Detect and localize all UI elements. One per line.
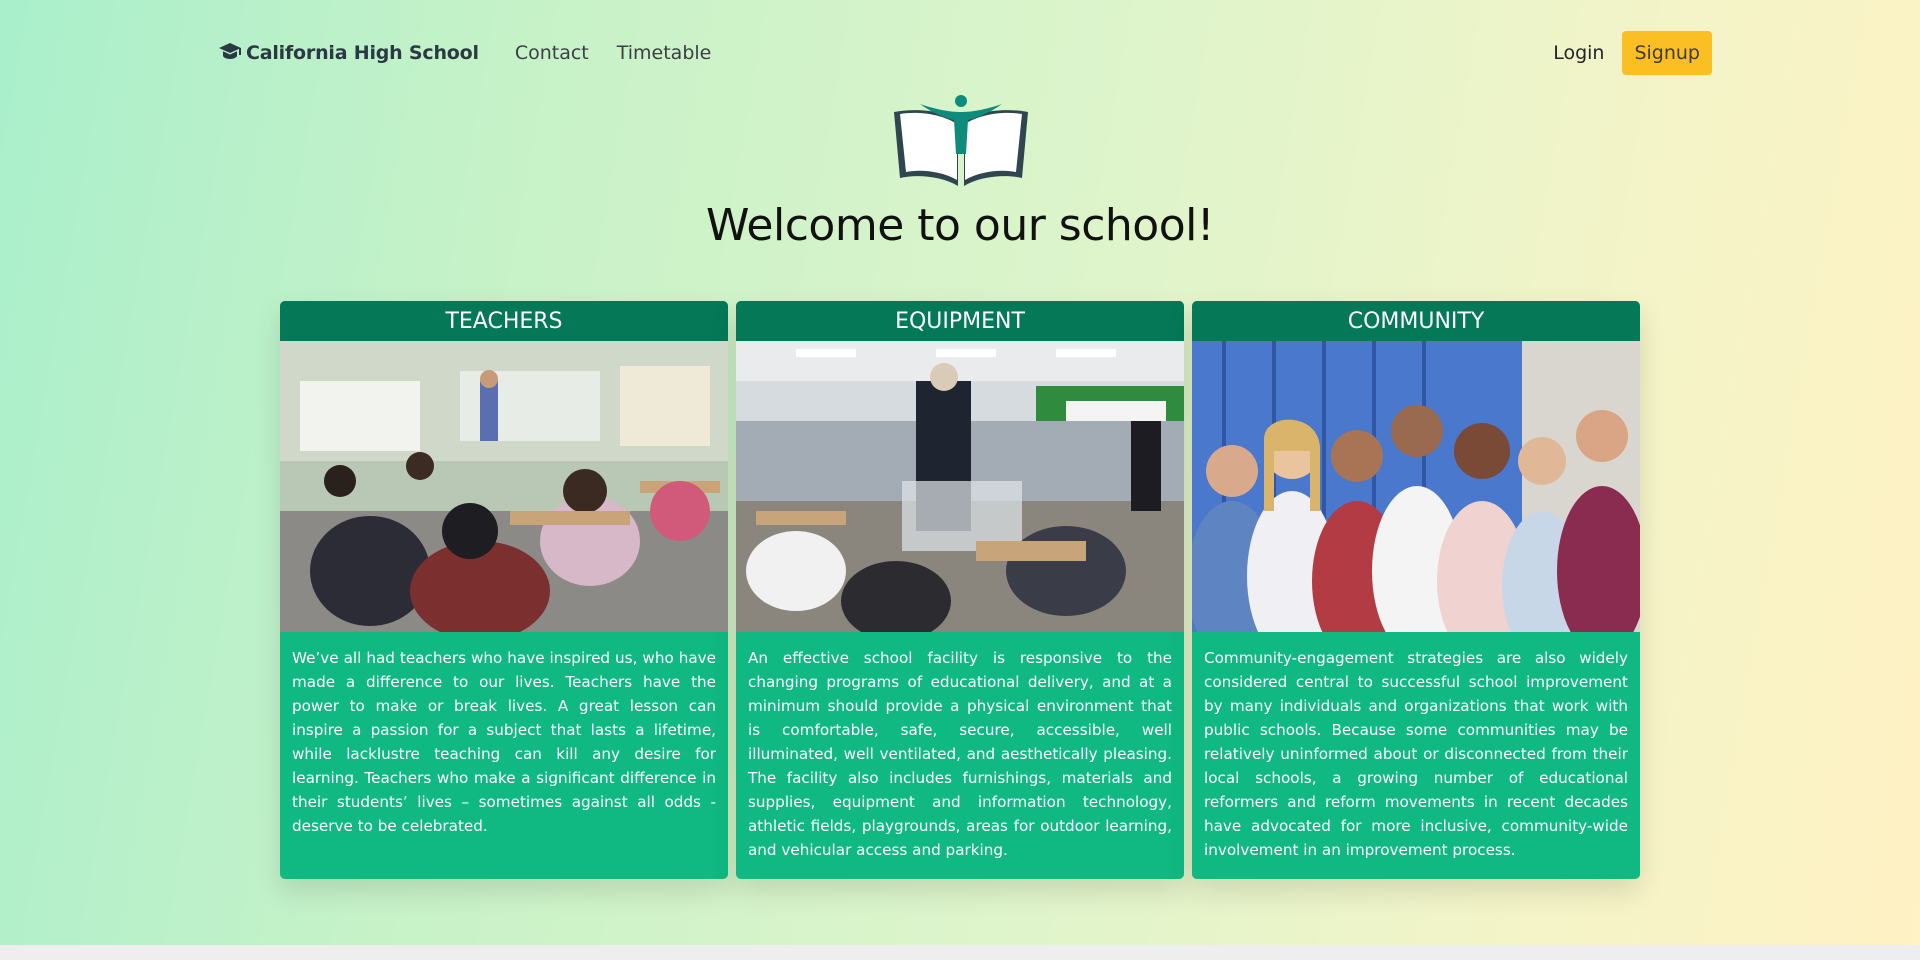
brand-link[interactable]: California High School — [218, 39, 479, 68]
card-community: COMMUNITY Community-engagement strategie… — [1192, 301, 1640, 879]
feature-cards: TEACHERS We’ve all had teachers who have… — [280, 301, 1640, 879]
nav-links: Contact Timetable — [515, 42, 712, 64]
signup-button[interactable]: Signup — [1622, 31, 1712, 75]
page-title: Welcome to our school! — [706, 200, 1215, 251]
card-title: EQUIPMENT — [736, 301, 1184, 341]
card-title: COMMUNITY — [1192, 301, 1640, 341]
students-lockers-photo — [1192, 341, 1640, 632]
card-description: An effective school facility is responsi… — [748, 649, 1172, 859]
classroom-photo — [280, 341, 728, 632]
nav-link-contact[interactable]: Contact — [515, 42, 589, 64]
login-link[interactable]: Login — [1549, 42, 1608, 64]
navbar: California High School Contact Timetable… — [218, 30, 1712, 76]
card-equipment: EQUIPMENT An effective school facility i… — [736, 301, 1184, 879]
school-book-logo-icon — [890, 94, 1032, 190]
footer-strip — [0, 945, 1920, 960]
classroom-visit-photo — [736, 341, 1184, 632]
nav-link-timetable[interactable]: Timetable — [617, 42, 712, 64]
auth-links: Login Signup — [1549, 31, 1712, 75]
card-teachers: TEACHERS We’ve all had teachers who have… — [280, 301, 728, 879]
card-title: TEACHERS — [280, 301, 728, 341]
graduation-cap-icon — [218, 39, 242, 68]
card-description: We’ve all had teachers who have inspired… — [292, 649, 716, 835]
card-description: Community-engagement strategies are also… — [1204, 649, 1628, 859]
brand-name: California High School — [246, 42, 479, 64]
